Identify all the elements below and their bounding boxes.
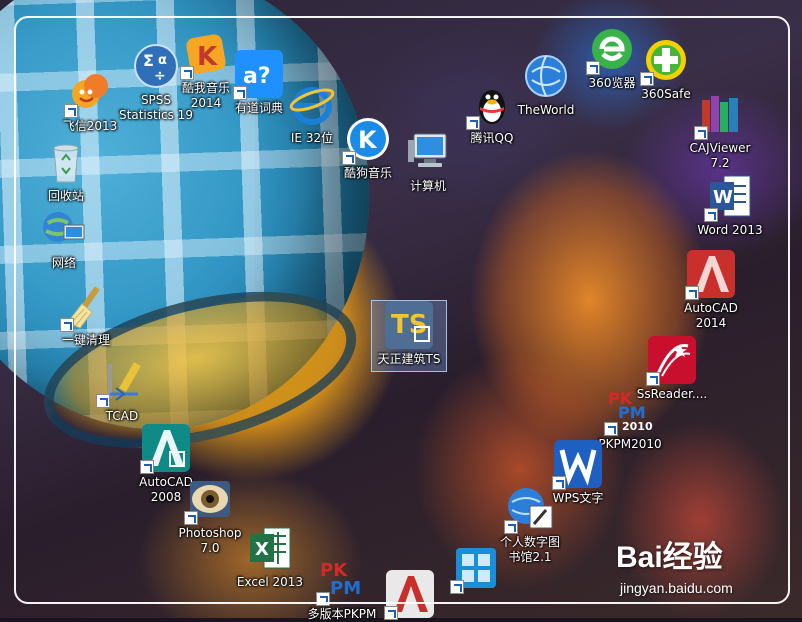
shortcut-arrow-icon: [450, 580, 464, 594]
icon-label: 网络: [51, 256, 76, 270]
cajviewer-books-icon: [694, 90, 744, 140]
photoshop-eye-icon: [184, 475, 234, 525]
desktop-icon-tcad[interactable]: TCAD: [76, 358, 168, 424]
autocad-2014-icon: [685, 250, 735, 300]
shortcut-arrow-icon: [504, 520, 518, 534]
pkpm-multi-icon: PK PM: [316, 556, 366, 606]
shortcut-arrow-icon: [316, 592, 330, 606]
pkpm2010-icon: PK PM 2010: [604, 386, 654, 436]
desktop-icon-cajviewer[interactable]: CAJViewer 7.2: [674, 90, 766, 171]
excel-icon: X: [246, 524, 294, 572]
icon-label: 计算机: [409, 179, 446, 193]
shortcut-arrow-icon: [64, 104, 78, 118]
computer-icon: [404, 128, 452, 176]
tarch-icon: TS: [385, 301, 433, 349]
desktop-icon-grid-partial[interactable]: [430, 544, 522, 594]
icon-label: AutoCAD 2014: [684, 301, 738, 330]
shortcut-arrow-icon: [96, 394, 110, 408]
icon-label: Excel 2013: [236, 575, 304, 589]
desktop-icon-network[interactable]: 网络: [18, 205, 110, 271]
svg-text:X: X: [255, 539, 269, 560]
ssreader-icon: [646, 336, 696, 386]
shortcut-arrow-icon: [694, 126, 708, 140]
shortcut-arrow-icon: [184, 511, 198, 525]
window-grid-icon: [450, 544, 500, 594]
desktop-icon-autocad-2014[interactable]: AutoCAD 2014: [665, 250, 757, 331]
feixin-icon: [64, 68, 114, 118]
shortcut-arrow-icon: [140, 460, 154, 474]
network-icon: [40, 205, 88, 253]
icon-label: CAJViewer 7.2: [689, 141, 751, 170]
icon-label: Word 2013: [697, 223, 763, 237]
broom-icon: [60, 282, 110, 332]
icon-label: 回收站: [47, 189, 84, 203]
tcad-icon: [96, 358, 146, 408]
icon-label: TCAD: [105, 409, 139, 423]
desktop-icon-one-click-clean[interactable]: 一键清理: [40, 282, 132, 348]
autocad-2008-icon: [140, 424, 190, 474]
icon-label: 天正建筑TS: [377, 352, 441, 366]
shortcut-arrow-icon: [466, 116, 480, 130]
baidu-jingyan-watermark: Bai经验 jingyan.baidu.com: [616, 532, 802, 598]
word-icon: W: [704, 172, 754, 222]
icon-label: TheWorld: [517, 103, 575, 117]
svg-text:K: K: [358, 126, 378, 154]
svg-text:W: W: [713, 187, 733, 208]
svg-text:Σ: Σ: [143, 51, 154, 70]
wps-writer-icon: [552, 440, 602, 490]
shortcut-arrow-icon: [60, 318, 74, 332]
shortcut-arrow-icon: [342, 151, 356, 165]
shortcut-arrow-icon: [586, 61, 600, 75]
svg-text:TS: TS: [391, 310, 427, 340]
desktop-icon-tarch[interactable]: TS 天正建筑TS: [371, 300, 447, 372]
watermark-url: jingyan.baidu.com: [620, 580, 733, 596]
recycle-bin-icon: [42, 138, 90, 186]
svg-text:2010: 2010: [622, 420, 653, 433]
shortcut-arrow-icon: [704, 208, 718, 222]
360safe-icon: [640, 36, 690, 86]
shortcut-arrow-icon: [640, 72, 654, 86]
theworld-globe-icon: [522, 52, 570, 100]
shortcut-arrow-icon: [604, 422, 618, 436]
svg-text:PM: PM: [330, 578, 361, 599]
icon-label: 腾讯QQ: [470, 131, 514, 145]
shortcut-arrow-icon: [646, 372, 660, 386]
shortcut-arrow-icon: [180, 66, 194, 80]
desktop-icon-word-2013[interactable]: W Word 2013: [684, 172, 776, 238]
digital-library-icon: [504, 484, 554, 534]
autocad-icon: [384, 570, 434, 620]
baidu-logo: Bai经验: [616, 541, 723, 574]
icon-label: 一键清理: [61, 333, 110, 347]
shortcut-arrow-icon: [685, 286, 699, 300]
shortcut-arrow-icon: [233, 86, 247, 100]
desktop-icon-recycle-bin[interactable]: 回收站: [20, 138, 112, 204]
